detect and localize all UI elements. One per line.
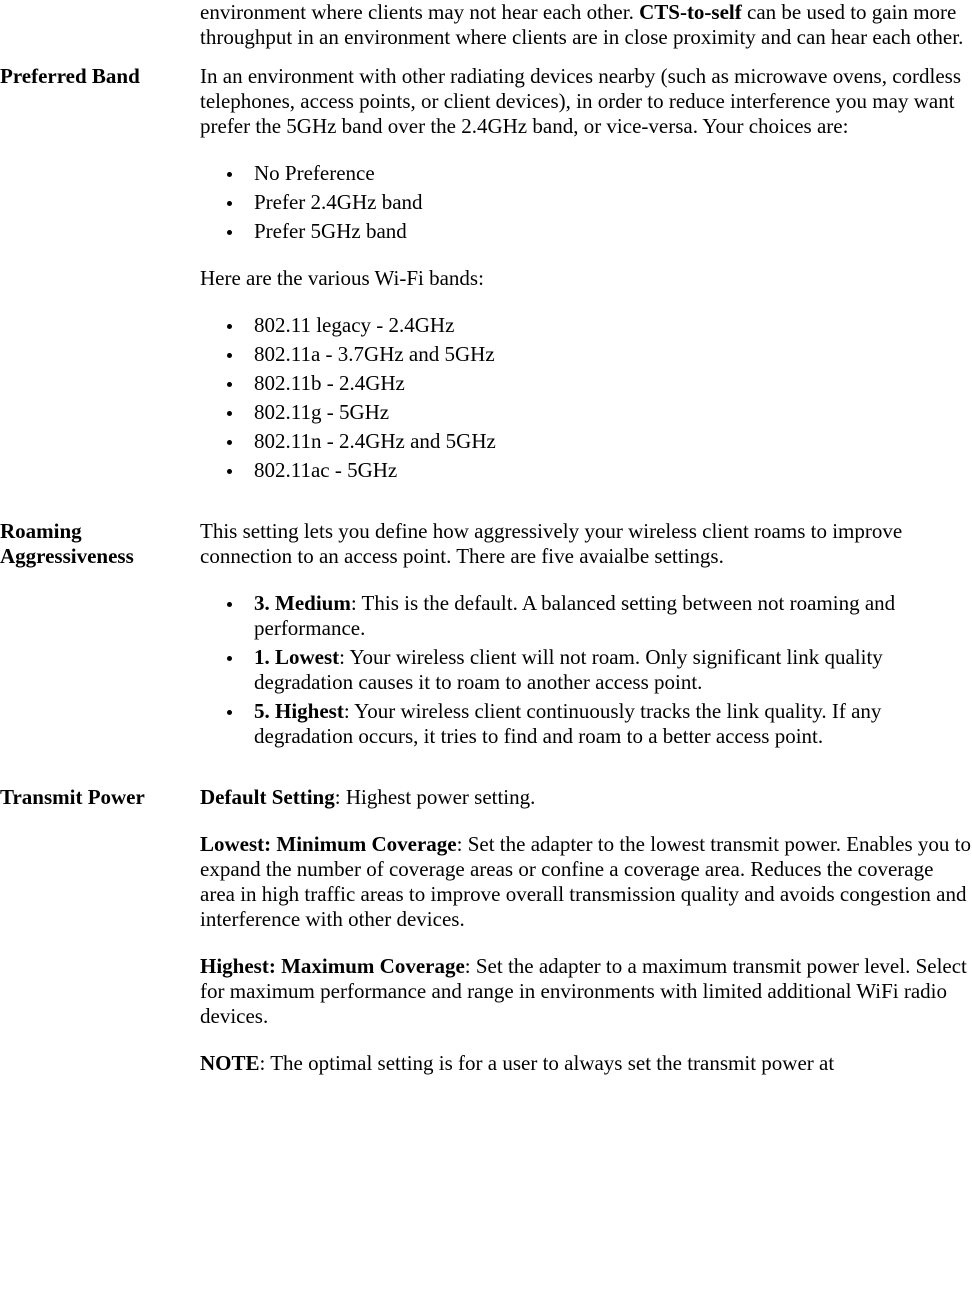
- table-row: Transmit Power Default Setting: Highest …: [0, 785, 972, 1090]
- list-item: 802.11ac - 5GHz: [244, 458, 972, 483]
- setting-label: Roaming Aggressiveness: [0, 519, 200, 785]
- text: NOTE: The optimal setting is for a user …: [200, 1051, 972, 1076]
- setting-description: This setting lets you define how aggress…: [200, 519, 972, 785]
- setting-description: Default Setting: Highest power setting. …: [200, 785, 972, 1090]
- list-item: 802.11g - 5GHz: [244, 400, 972, 425]
- text: In an environment with other radiating d…: [200, 64, 972, 139]
- list-item: 1. Lowest: Your wireless client will not…: [244, 645, 972, 695]
- list-item: No Preference: [244, 161, 972, 186]
- choices-list: No Preference Prefer 2.4GHz band Prefer …: [200, 161, 972, 244]
- text: Default Setting: Highest power setting.: [200, 785, 972, 810]
- list-item: 3. Medium: This is the default. A balanc…: [244, 591, 972, 641]
- setting-description: In an environment with other radiating d…: [200, 64, 972, 519]
- list-item: 802.11a - 3.7GHz and 5GHz: [244, 342, 972, 367]
- setting-description: environment where clients may not hear e…: [200, 0, 972, 64]
- list-item: 5. Highest: Your wireless client continu…: [244, 699, 972, 749]
- text: Lowest: Minimum Coverage: Set the adapte…: [200, 832, 972, 932]
- settings-list: 3. Medium: This is the default. A balanc…: [200, 591, 972, 749]
- list-item: 802.11 legacy - 2.4GHz: [244, 313, 972, 338]
- text: environment where clients may not hear e…: [200, 0, 639, 24]
- list-item: 802.11n - 2.4GHz and 5GHz: [244, 429, 972, 454]
- setting-label: [0, 0, 200, 64]
- setting-label: Preferred Band: [0, 64, 200, 519]
- list-item: 802.11b - 2.4GHz: [244, 371, 972, 396]
- bands-list: 802.11 legacy - 2.4GHz 802.11a - 3.7GHz …: [200, 313, 972, 483]
- text: This setting lets you define how aggress…: [200, 519, 972, 569]
- settings-table: environment where clients may not hear e…: [0, 0, 972, 1090]
- bold-text: CTS-to-self: [639, 0, 742, 24]
- list-item: Prefer 2.4GHz band: [244, 190, 972, 215]
- table-row: Preferred Band In an environment with ot…: [0, 64, 972, 519]
- setting-label: Transmit Power: [0, 785, 200, 1090]
- list-item: Prefer 5GHz band: [244, 219, 972, 244]
- text: Highest: Maximum Coverage: Set the adapt…: [200, 954, 972, 1029]
- text: Here are the various Wi-Fi bands:: [200, 266, 972, 291]
- table-row: environment where clients may not hear e…: [0, 0, 972, 64]
- table-row: Roaming Aggressiveness This setting lets…: [0, 519, 972, 785]
